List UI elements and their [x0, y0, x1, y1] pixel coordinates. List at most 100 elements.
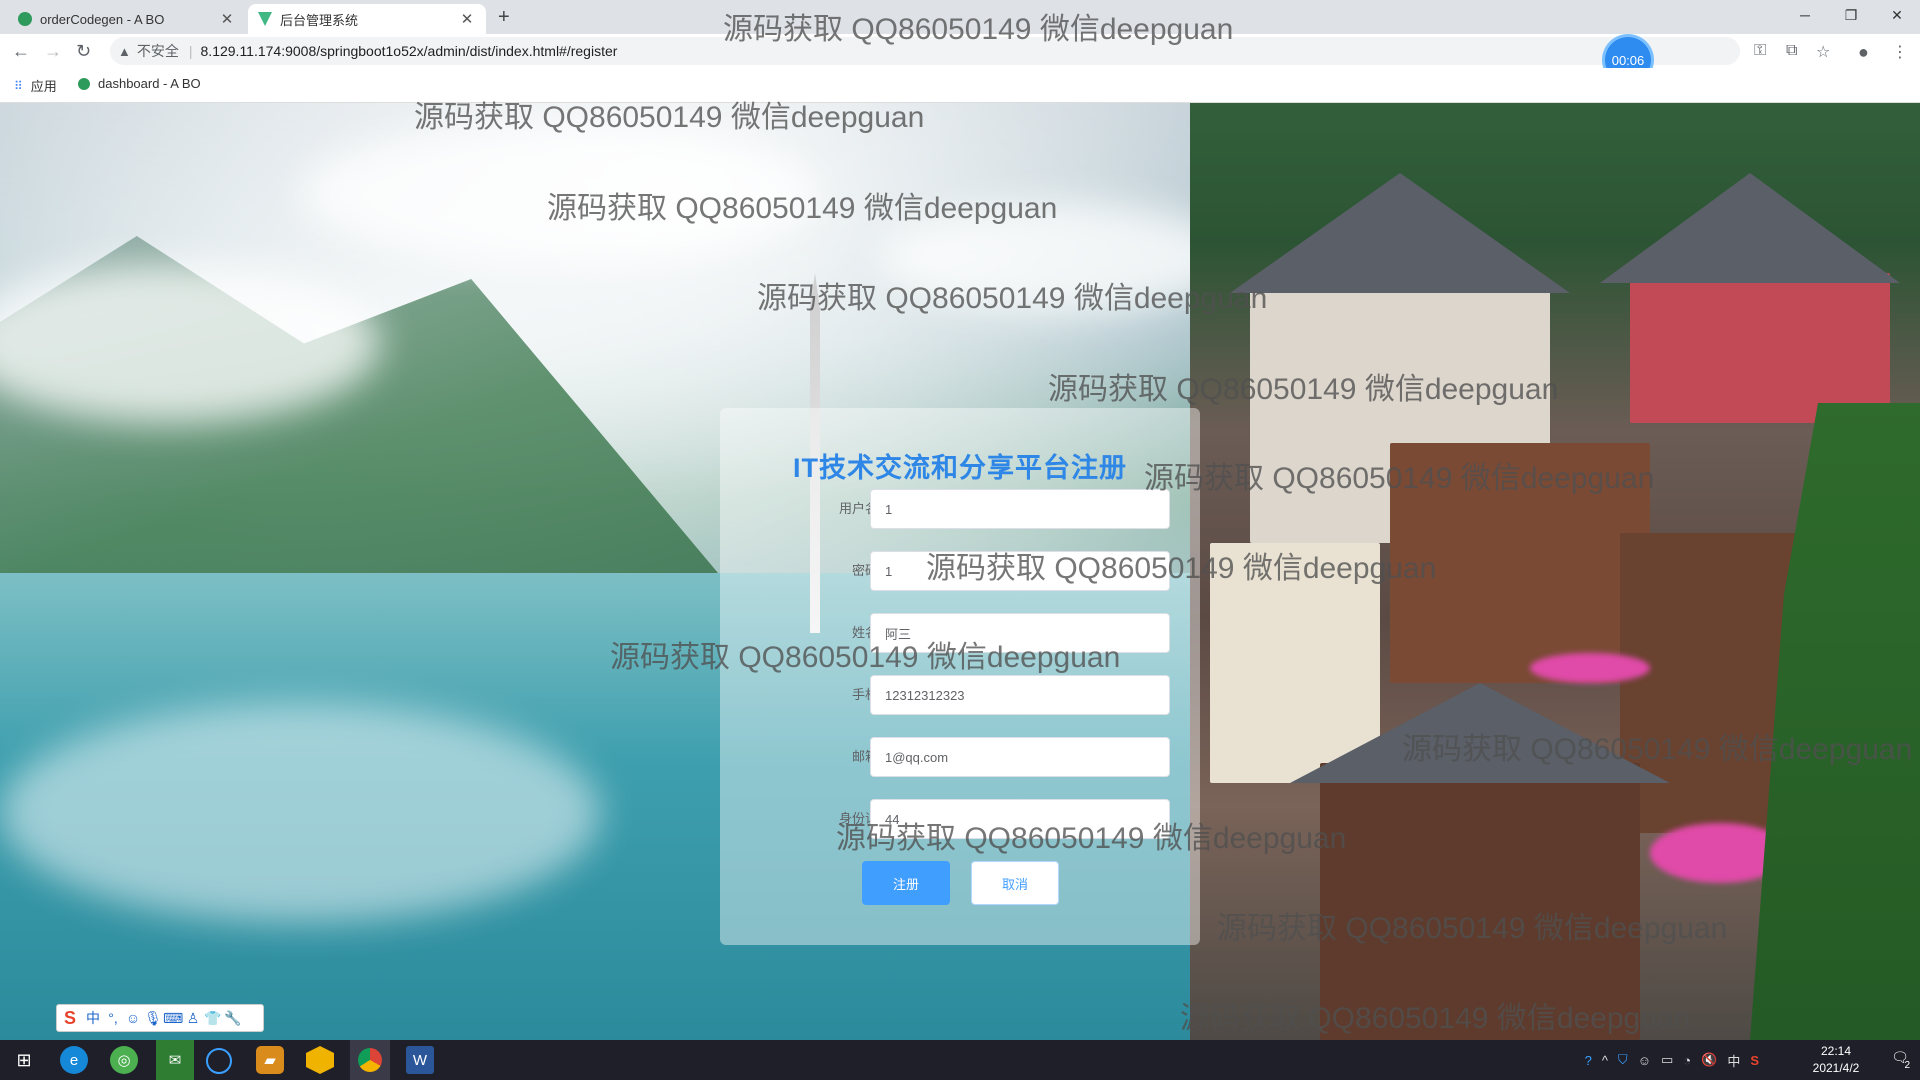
url-text: 8.129.11.174:9008/springboot1o52x/admin/…: [200, 43, 618, 59]
tree-shape: [1750, 403, 1920, 1040]
idcard-input[interactable]: [870, 799, 1170, 839]
qq-icon[interactable]: ☺: [1638, 1053, 1651, 1068]
flowers-shape: [1530, 653, 1650, 683]
system-clock[interactable]: 22:14 2021/4/2: [1796, 1043, 1876, 1077]
wifi-icon[interactable]: ◔: [1683, 1053, 1691, 1068]
mist-shape: [0, 703, 600, 923]
idcard-label: 身份证: [838, 811, 878, 826]
battery-icon[interactable]: ▭: [1661, 1052, 1673, 1068]
tray-chevron-icon[interactable]: ^: [1602, 1053, 1608, 1068]
mist-shape: [300, 123, 820, 263]
form-row-name: 姓名: [720, 613, 1200, 653]
bookmark-apps[interactable]: ⠿ 应用: [14, 76, 57, 95]
ime-mode-label[interactable]: 中: [83, 1008, 103, 1028]
profile-icon[interactable]: ●: [1858, 42, 1869, 63]
window-close-icon[interactable]: ✕: [1874, 0, 1920, 30]
password-label: 密码: [851, 563, 878, 578]
minimize-icon[interactable]: ─: [1782, 0, 1828, 30]
house-shape: [1390, 443, 1650, 683]
chrome-icon[interactable]: [350, 1040, 390, 1080]
register-form-card: IT技术交流和分享平台注册 用户名 密码 姓名 手机 邮箱 身份证 注册 取消: [720, 408, 1200, 945]
phone-input[interactable]: [870, 675, 1170, 715]
keyboard-icon[interactable]: ⌨: [163, 1010, 183, 1027]
register-page: IT技术交流和分享平台注册 用户名 密码 姓名 手机 邮箱 身份证 注册 取消: [0, 103, 1920, 1040]
windows-taskbar: ⊞ e ◎ ✉ ▰ W ? ^ ⛉ ☺ ▭ ◔ 🔇 中 S 22:14 2021…: [0, 1040, 1920, 1080]
username-label: 用户名: [838, 501, 878, 516]
password-input[interactable]: [870, 551, 1170, 591]
name-input[interactable]: [870, 613, 1170, 653]
menu-icon[interactable]: ⋮: [1892, 42, 1908, 62]
register-button[interactable]: 注册: [862, 861, 950, 905]
app-green-icon[interactable]: ◎: [110, 1046, 138, 1074]
dashboard-favicon-icon: [78, 77, 90, 90]
house-shape: [1630, 273, 1890, 423]
skin-icon[interactable]: 👕: [203, 1010, 223, 1027]
punctuation-icon[interactable]: °,: [103, 1010, 123, 1026]
emoji-icon[interactable]: ☺: [123, 1010, 143, 1026]
notification-count: 2: [1904, 1060, 1910, 1071]
sogou-tray-icon[interactable]: S: [1750, 1053, 1759, 1068]
key-icon[interactable]: ⚿: [1754, 42, 1766, 60]
village-shape: [1190, 103, 1920, 1040]
tab-admin-system[interactable]: 后台管理系统 ✕: [248, 4, 486, 34]
bookmark-dashboard-label: dashboard - A BO: [98, 76, 201, 91]
apps-grid-icon: ⠿: [14, 78, 23, 93]
bookmark-dashboard[interactable]: dashboard - A BO: [78, 76, 201, 91]
email-input[interactable]: [870, 737, 1170, 777]
email-label: 邮箱: [851, 749, 878, 764]
cancel-button[interactable]: 取消: [971, 861, 1059, 905]
translate-icon[interactable]: ⧉: [1786, 42, 1797, 60]
tab-close-icon[interactable]: ✕: [458, 10, 476, 28]
windows-start-icon[interactable]: ⊞: [10, 1046, 38, 1074]
help-icon[interactable]: ?: [1585, 1053, 1592, 1068]
bookmark-star-icon[interactable]: ☆: [1816, 42, 1830, 62]
restore-icon[interactable]: ❐: [1828, 0, 1874, 30]
tab-title: 后台管理系统: [280, 12, 359, 28]
clock-date: 2021/4/2: [1812, 1061, 1860, 1075]
user-icon[interactable]: ♙: [183, 1010, 203, 1027]
roof-shape: [1600, 173, 1900, 283]
mist-shape: [880, 203, 1240, 313]
app-folder-icon[interactable]: ▰: [256, 1046, 284, 1074]
address-bar[interactable]: ▲ 不安全 | 8.129.11.174:9008/springboot1o52…: [110, 37, 1740, 65]
username-input[interactable]: [870, 489, 1170, 529]
forward-icon[interactable]: →: [44, 41, 62, 62]
form-row-phone: 手机: [720, 675, 1200, 715]
back-icon[interactable]: ←: [12, 41, 30, 62]
app-hexagon-icon[interactable]: [306, 1046, 334, 1074]
shield-icon[interactable]: ⛉: [1618, 1052, 1628, 1068]
word-icon[interactable]: W: [406, 1046, 434, 1074]
new-tab-icon[interactable]: +: [498, 6, 510, 29]
insecure-label: 不安全: [136, 43, 179, 59]
roof-shape: [1230, 173, 1570, 293]
form-title: IT技术交流和分享平台注册: [793, 453, 1127, 483]
warning-icon: ▲: [118, 43, 131, 59]
window-controls: ─ ❐ ✕: [1782, 0, 1920, 30]
ime-toolbar[interactable]: S 中 °, ☺ 🎙 ⌨ ♙ 👕 🔧: [56, 1004, 264, 1032]
sogou-logo-icon: S: [63, 1007, 76, 1028]
ime-indicator[interactable]: 中: [1727, 1051, 1740, 1070]
form-row-username: 用户名: [720, 489, 1200, 529]
phone-label: 手机: [851, 687, 878, 702]
browser-tab-bar: orderCodegen - A BO ✕ 后台管理系统 ✕ + ─ ❐ ✕: [0, 0, 1920, 34]
clock-time: 22:14: [1820, 1044, 1852, 1058]
tab-close-icon[interactable]: ✕: [218, 10, 236, 28]
house-shape: [1210, 543, 1380, 783]
volume-icon[interactable]: 🔇: [1701, 1052, 1717, 1068]
search-app-icon[interactable]: [206, 1048, 232, 1074]
form-row-idcard: 身份证: [720, 799, 1200, 839]
edge-icon[interactable]: e: [60, 1046, 88, 1074]
notification-center-icon[interactable]: 🗨 2: [1888, 1049, 1912, 1071]
bookmarks-bar: ⠿ 应用 dashboard - A BO: [0, 68, 1920, 103]
name-label: 姓名: [851, 625, 878, 640]
microphone-icon[interactable]: 🎙: [143, 1010, 163, 1027]
form-row-password: 密码: [720, 551, 1200, 591]
form-row-email: 邮箱: [720, 737, 1200, 777]
settings-wrench-icon[interactable]: 🔧: [223, 1010, 243, 1027]
tab-ordercodegen[interactable]: orderCodegen - A BO ✕: [8, 4, 246, 34]
url-separator: |: [188, 43, 193, 59]
wechat-icon[interactable]: ✉: [156, 1040, 194, 1080]
reload-icon[interactable]: ↻: [76, 41, 91, 62]
tab-favicon-icon: [18, 12, 32, 26]
bookmark-apps-label: 应用: [30, 79, 57, 94]
